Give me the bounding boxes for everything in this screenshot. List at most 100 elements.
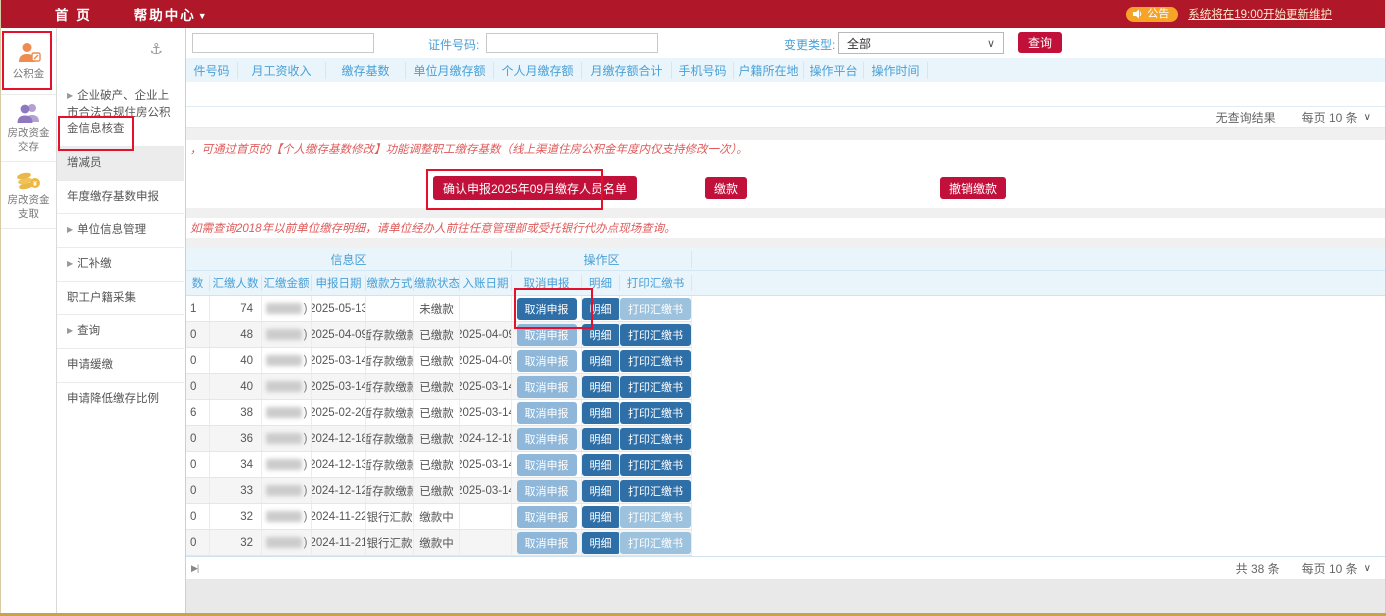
- print-remit-book-button[interactable]: 打印汇缴书: [620, 350, 691, 372]
- detail-button[interactable]: 明细: [582, 402, 620, 424]
- pay-button[interactable]: 缴款: [705, 177, 747, 199]
- sidebar-item-gongjijin[interactable]: 公积金: [1, 28, 56, 95]
- table-cell: 32: [210, 504, 262, 529]
- detail-button[interactable]: 明细: [582, 532, 620, 554]
- table-cell: 已缴款: [414, 322, 460, 347]
- print-remit-book-button[interactable]: 打印汇缴书: [620, 480, 691, 502]
- print-remit-book-button[interactable]: 打印汇缴书: [620, 402, 691, 424]
- table-cell: 取消申报: [512, 374, 582, 399]
- scroll-end-icon[interactable]: ▶|: [191, 563, 198, 574]
- cert-number-label: 证件号码:: [428, 36, 479, 53]
- table-row: 034)2024-12-13暂存款缴款已缴款2025-03-14取消申报明细打印…: [186, 452, 692, 478]
- change-type-value: 全部: [847, 35, 871, 52]
- table-cell: 取消申报: [512, 530, 582, 555]
- remit-group-header: 信息区 操作区: [186, 248, 1385, 271]
- table-cell: 打印汇缴书: [620, 530, 692, 555]
- remit-rows: 174)2025-05-13未缴款取消申报明细打印汇缴书048)2025-04-…: [186, 296, 1385, 556]
- expand-arrow-icon: ▶: [67, 91, 73, 100]
- cancel-declare-button: 取消申报: [517, 454, 577, 476]
- page-size-select-2[interactable]: 每页 10 条 ∨: [1302, 560, 1371, 577]
- table-cell: 6: [186, 400, 210, 425]
- table-cell: 明细: [582, 296, 620, 321]
- detail-button[interactable]: 明细: [582, 376, 620, 398]
- cancel-pay-button[interactable]: 撤销缴款: [940, 177, 1006, 199]
- table-cell: 银行汇款: [366, 530, 414, 555]
- redacted-amount: [266, 407, 302, 418]
- print-remit-book-button[interactable]: 打印汇缴书: [620, 454, 691, 476]
- table-cell: 打印汇缴书: [620, 348, 692, 373]
- table-cell: 40: [210, 374, 262, 399]
- detail-button[interactable]: 明细: [582, 506, 620, 528]
- menu-item[interactable]: 申请缓缴: [57, 348, 184, 382]
- print-remit-book-button[interactable]: 打印汇缴书: [620, 376, 691, 398]
- total-count-text: 共 38 条: [1236, 560, 1280, 577]
- employee-column-header: 件号码: [186, 62, 238, 79]
- cancel-declare-button[interactable]: 取消申报: [517, 298, 577, 320]
- menu-item[interactable]: 增减员: [57, 146, 184, 180]
- menu-item[interactable]: 年度缴存基数申报: [57, 180, 184, 214]
- detail-button[interactable]: 明细: [582, 324, 620, 346]
- cert-number-input[interactable]: [486, 33, 658, 53]
- query-button[interactable]: 查询: [1018, 32, 1062, 53]
- table-cell: 明细: [582, 426, 620, 451]
- menu-item[interactable]: 职工户籍采集: [57, 281, 184, 315]
- table-cell: 明细: [582, 478, 620, 503]
- table-cell: 2025-04-09: [460, 322, 512, 347]
- table-cell: 已缴款: [414, 478, 460, 503]
- table-cell: ): [262, 296, 312, 321]
- table-cell: ): [262, 452, 312, 477]
- cancel-declare-button: 取消申报: [517, 376, 577, 398]
- table-cell: 74: [210, 296, 262, 321]
- sidebar-item-fanggai-jiaocun[interactable]: 房改资金交存: [1, 95, 56, 162]
- table-cell: 打印汇缴书: [620, 504, 692, 529]
- remit-footer: ▶| 共 38 条 每页 10 条 ∨: [186, 556, 1385, 580]
- table-row: 040)2025-03-14暂存款缴款已缴款2025-03-14取消申报明细打印…: [186, 374, 692, 400]
- filter-input-1[interactable]: [192, 33, 374, 53]
- table-cell: 暂存款缴款: [366, 452, 414, 477]
- menu-item[interactable]: ▶汇补缴: [57, 247, 184, 281]
- print-remit-book-button[interactable]: 打印汇缴书: [620, 324, 691, 346]
- anchor-icon[interactable]: ⚓: [150, 40, 163, 58]
- menu-item[interactable]: ▶查询: [57, 314, 184, 348]
- employee-column-header: 缴存基数: [326, 62, 406, 79]
- menu-item[interactable]: ▶企业破产、企业上市合法合规住房公积金信息核查: [57, 80, 184, 146]
- table-cell: 打印汇缴书: [620, 400, 692, 425]
- print-remit-book-button[interactable]: 打印汇缴书: [620, 428, 691, 450]
- history-query-note: 如需查询2018年以前单位缴存明细，请单位经办人前往任意管理部或受托银行代办点现…: [186, 220, 676, 236]
- menu-item-label: 职工户籍采集: [67, 292, 136, 304]
- print-remit-book-button: 打印汇缴书: [620, 506, 691, 528]
- table-cell: 明细: [582, 452, 620, 477]
- table-cell: 2025-04-09: [312, 322, 366, 347]
- menu-item[interactable]: ▶单位信息管理: [57, 213, 184, 247]
- table-cell: 暂存款缴款: [366, 478, 414, 503]
- table-row: 638)2025-02-20暂存款缴款已缴款2025-03-14取消申报明细打印…: [186, 400, 692, 426]
- table-cell: 打印汇缴书: [620, 452, 692, 477]
- nav-help-center[interactable]: 帮助中心▼: [134, 4, 207, 24]
- menu-item[interactable]: 申请降低缴存比例: [57, 382, 184, 416]
- nav-home[interactable]: 首 页: [55, 4, 92, 24]
- remit-column-header: 打印汇缴书: [620, 275, 692, 291]
- page-size-select[interactable]: 每页 10 条 ∨: [1302, 109, 1371, 126]
- redacted-amount: [266, 485, 302, 496]
- sidebar-item-fanggai-zhiqu[interactable]: ¥ 房改资金支取: [1, 162, 56, 229]
- cancel-declare-button: 取消申报: [517, 506, 577, 528]
- redacted-amount: [266, 355, 302, 366]
- table-cell: 2024-12-13: [312, 452, 366, 477]
- detail-button[interactable]: 明细: [582, 298, 620, 320]
- detail-button[interactable]: 明细: [582, 428, 620, 450]
- sidebar-item-label: 房改资金支取: [8, 194, 50, 220]
- detail-button[interactable]: 明细: [582, 350, 620, 372]
- confirm-declare-button[interactable]: 确认申报2025年09月缴存人员名单: [433, 176, 637, 200]
- remit-column-header: 汇缴金额: [262, 275, 312, 291]
- remit-column-header: 缴款方式: [366, 275, 414, 291]
- group-ops-header: 操作区: [512, 251, 692, 268]
- table-cell: 明细: [582, 530, 620, 555]
- employee-column-header: 操作时间: [864, 62, 928, 79]
- maintenance-notice-link[interactable]: 系统将在19:00开始更新维护: [1188, 6, 1332, 22]
- change-type-select[interactable]: 全部 ∨: [838, 32, 1004, 54]
- detail-button[interactable]: 明细: [582, 454, 620, 476]
- redacted-amount: [266, 433, 302, 444]
- remit-column-header: 数: [186, 275, 210, 291]
- table-cell: 0: [186, 530, 210, 555]
- detail-button[interactable]: 明细: [582, 480, 620, 502]
